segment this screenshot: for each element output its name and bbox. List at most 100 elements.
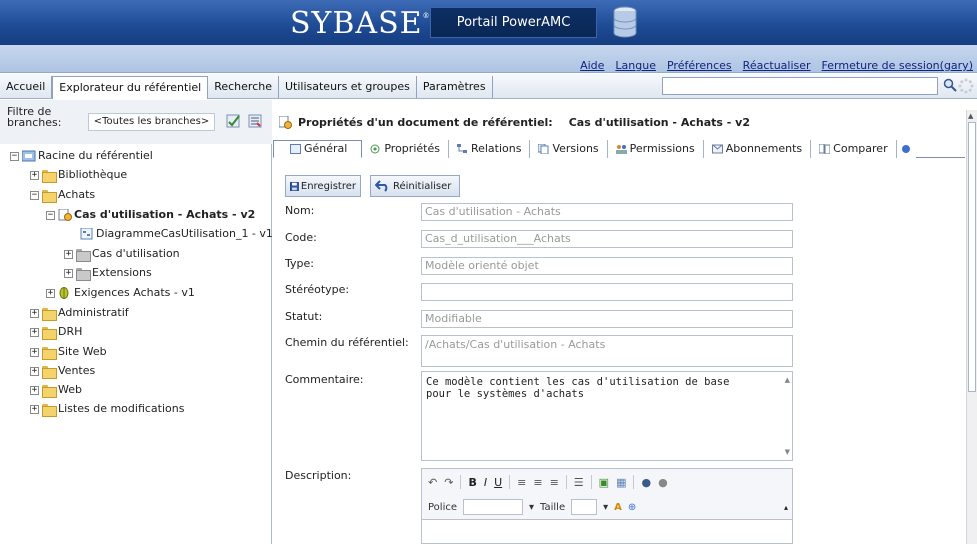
tab-relations[interactable]: Relations [448,140,531,158]
folder-icon [42,346,57,360]
description-label: Description: [285,469,352,482]
font-select[interactable] [463,499,523,515]
folder-icon [42,189,57,203]
nav-tab-recherche[interactable]: Recherche [208,76,279,98]
tree-node-achats[interactable]: − Achats [30,187,95,203]
refresh-link[interactable]: Réactualiser [743,59,811,72]
expand-toggle-icon[interactable]: + [64,249,73,259]
tab-versions[interactable]: Versions [530,140,608,158]
special-char-icon[interactable]: ⊕ [628,502,636,513]
scroll-down-arrow-icon[interactable]: ▼ [785,448,790,456]
image-icon[interactable]: ▣ [599,476,609,489]
align-center-icon[interactable]: ≡ [533,476,542,489]
collapse-toggle-icon[interactable]: − [10,151,19,161]
reset-button[interactable]: Réinitialiser [370,175,460,197]
redo-icon[interactable]: ↷ [444,476,453,489]
undo-icon[interactable]: ↶ [428,476,437,489]
tree-node-bibliotheque[interactable]: + Bibliothèque [30,167,127,183]
tab-general[interactable]: Général [273,140,363,158]
repository-root-icon [22,150,36,162]
expand-toggle-icon[interactable]: + [30,170,39,180]
branch-filter-select[interactable]: <Toutes les branches> [88,113,215,131]
tab-permissions[interactable]: Permissions [607,140,704,158]
list-icon[interactable]: ☰ [574,476,584,489]
nav-tab-accueil[interactable]: Accueil [0,76,53,98]
filter-apply-icon[interactable] [226,113,242,129]
nav-tab-parametres[interactable]: Paramètres [417,76,493,98]
size-dropdown-icon[interactable]: ▾ [603,502,608,513]
search-icon[interactable] [943,78,957,92]
tab-abonnements[interactable]: Abonnements [703,140,812,158]
tree-node-exigences[interactable]: + Exigences Achats - v1 [46,285,195,301]
scroll-thumb[interactable] [968,122,976,392]
commentaire-textarea[interactable]: Ce modèle contient les cas d'utilisation… [421,371,793,461]
property-tabs: Général Propriétés Relations Versions Pe… [273,140,965,158]
nav-tab-utilisateurs[interactable]: Utilisateurs et groupes [279,76,417,98]
align-right-icon[interactable]: ≡ [550,476,559,489]
underline-icon[interactable]: U [494,476,502,489]
relations-icon [456,144,467,153]
size-select[interactable] [571,499,598,515]
search-input[interactable] [662,77,938,95]
italic-icon[interactable]: I [484,476,487,489]
branch-filter-label: Filtre de branches: [7,105,62,129]
tree-node-diagramme[interactable]: DiagrammeCasUtilisation_1 - v1 [80,226,273,242]
expand-toggle-icon[interactable]: + [46,288,55,298]
filter-tree-icon[interactable] [248,113,264,129]
tab-comparer[interactable]: Comparer [811,140,897,158]
description-editor-body[interactable] [422,519,792,543]
permissions-icon [615,145,627,154]
scroll-up-arrow-icon[interactable]: ▲ [785,376,790,384]
replace-icon[interactable]: ● [658,476,668,489]
scroll-up-icon[interactable]: ▲ [968,112,973,120]
expand-toggle-icon[interactable]: + [30,347,39,357]
tree-node-drh[interactable]: + DRH [30,324,82,340]
tree-node-cas-utilisation[interactable]: + Cas d'utilisation [64,246,180,262]
logout-link[interactable]: Fermeture de session(gary) [822,59,973,72]
stereotype-field[interactable] [421,283,793,301]
align-left-icon[interactable]: ≡ [517,476,526,489]
collapse-toggle-icon[interactable]: − [30,190,39,200]
bold-icon[interactable]: B [468,476,476,489]
tree-node-web[interactable]: + Web [30,382,82,398]
page-scrollbar[interactable]: ▲ [966,110,977,544]
preferences-link[interactable]: Préférences [667,59,732,72]
page-title: Propriétés d'un document de référentiel:… [279,116,750,129]
folder-icon [76,267,91,281]
table-icon[interactable]: ▦ [616,476,626,489]
expand-toggle-icon[interactable]: + [30,308,39,318]
expand-toggle-icon[interactable]: + [30,366,39,376]
expand-toggle-icon[interactable]: + [30,404,39,414]
tree-node-ventes[interactable]: + Ventes [30,363,95,379]
code-field[interactable]: Cas_d_utilisation___Achats [421,230,793,248]
commentaire-text: Ce modèle contient les cas d'utilisation… [426,376,730,400]
expand-toggle-icon[interactable]: + [30,385,39,395]
expand-toggle-icon[interactable]: + [64,268,73,278]
language-link[interactable]: Langue [615,59,656,72]
tree-node-listes-modifications[interactable]: + Listes de modifications [30,401,184,417]
type-field[interactable]: Modèle orienté objet [421,257,793,275]
save-button[interactable]: Enregistrer [285,175,361,197]
text-color-icon[interactable]: A [614,502,622,513]
tab-more[interactable] [896,140,916,158]
tree-node-site-web[interactable]: + Site Web [30,344,107,360]
properties-icon [279,116,292,129]
requirements-icon [59,287,69,299]
nom-field[interactable]: Cas d'utilisation - Achats [421,203,793,221]
editor-expand-icon[interactable]: ▴ [784,503,788,512]
help-link[interactable]: Aide [580,59,604,72]
tree-node-extensions[interactable]: + Extensions [64,265,152,281]
find-icon[interactable]: ● [641,476,651,489]
collapse-toggle-icon[interactable]: − [46,210,55,220]
nav-tab-explorateur[interactable]: Explorateur du référentiel [52,76,209,99]
expand-toggle-icon[interactable]: + [30,327,39,337]
header-bar: SYBASE® Portail PowerAMC [0,0,977,45]
tab-proprietes[interactable]: Propriétés [362,140,449,158]
tree-node-root[interactable]: − Racine du référentiel [10,148,153,164]
chemin-field[interactable]: /Achats/Cas d'utilisation - Achats [421,335,793,367]
tree-node-cas-utilisation-achats-v2[interactable]: − Cas d'utilisation - Achats - v2 [46,207,255,223]
statut-field[interactable]: Modifiable [421,310,793,328]
code-label: Code: [285,231,317,244]
tree-node-administratif[interactable]: + Administratif [30,305,129,321]
font-dropdown-icon[interactable]: ▾ [529,502,534,513]
